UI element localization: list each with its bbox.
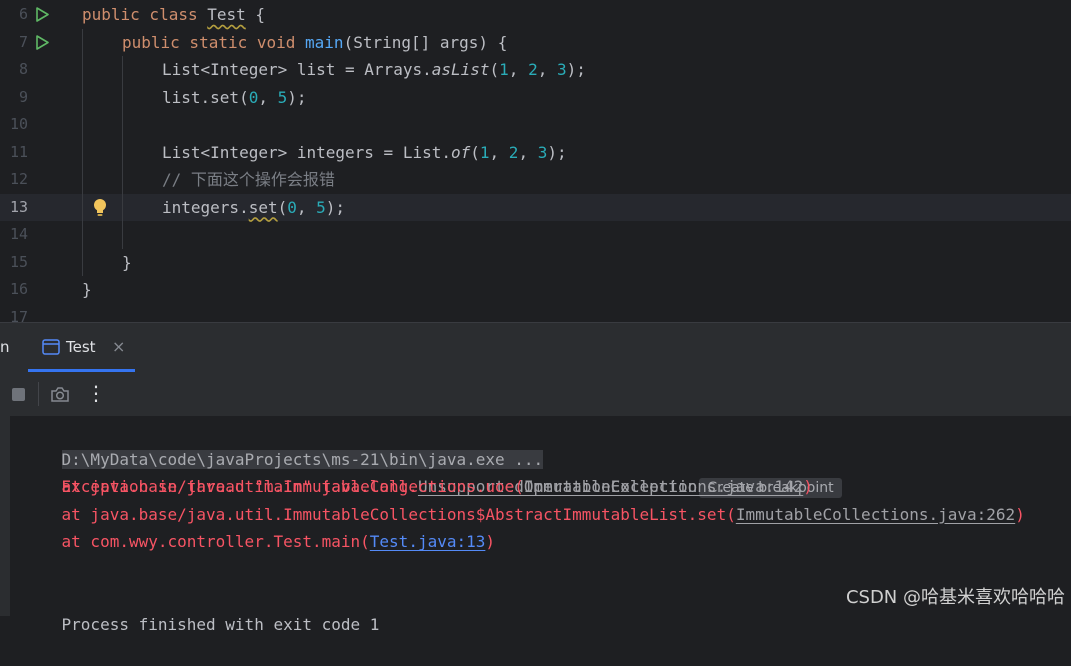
stack-frame-suffix: ) — [1015, 504, 1025, 524]
source-location-link[interactable]: Test.java:13 — [370, 532, 486, 551]
code-line[interactable]: 13 integers.set(0, 5); — [0, 193, 1071, 222]
more-icon[interactable]: ⋮ — [86, 381, 106, 405]
stack-frame-text: at java.base/java.util.ImmutableCollecti… — [23, 477, 524, 496]
code-text: public static void main(String[] args) { — [122, 32, 508, 52]
stack-trace-line: at java.base/java.util.ImmutableCollecti… — [23, 501, 1025, 529]
stack-trace-line: at java.base/java.util.ImmutableCollecti… — [23, 473, 813, 501]
run-toolbar: ⋮ — [0, 372, 1071, 416]
indent-guide — [122, 56, 123, 249]
line-number[interactable]: 15 — [0, 249, 28, 277]
camera-icon[interactable] — [50, 386, 70, 403]
stack-frame-suffix: ) — [803, 477, 813, 496]
console-icon — [42, 339, 60, 355]
stack-trace-line: at com.wwy.controller.Test.main(Test.jav… — [23, 528, 495, 556]
code-text: public class Test { — [82, 5, 266, 24]
source-location-link[interactable]: ImmutableCollections.java:262 — [736, 505, 1015, 524]
run-gutter-icon[interactable] — [35, 34, 50, 50]
watermark: CSDN @哈基米喜欢哈哈哈 — [845, 587, 1065, 608]
code-line[interactable]: 8 List<Integer> list = Arrays.asList(1, 2… — [0, 56, 1071, 84]
tab-test[interactable]: Test × — [28, 323, 135, 372]
code-line[interactable]: 16} — [0, 276, 1071, 304]
stack-frame-text: at java.base/java.util.ImmutableCollecti… — [23, 504, 736, 524]
tab-label: Test — [66, 338, 96, 356]
code-text: List<Integer> list = Arrays.asList(1, 2,… — [162, 60, 586, 79]
code-text: integers.set(0, 5); — [162, 197, 346, 217]
console-side-strip — [0, 416, 10, 616]
code-line[interactable]: 17 — [0, 304, 1071, 323]
indent-guide — [82, 28, 83, 276]
tool-window-title-stub: n — [0, 338, 10, 356]
code-text: } — [82, 280, 92, 299]
line-number[interactable]: 14 — [0, 221, 28, 249]
console-output[interactable]: D:\MyData\code\javaProjects\ms-21\bin\ja… — [0, 416, 1071, 634]
source-location-link[interactable]: ImmutableCollections.java:142 — [524, 477, 803, 496]
lightbulb-icon[interactable] — [91, 197, 109, 219]
line-number[interactable]: 17 — [0, 304, 28, 323]
line-number[interactable]: 8 — [0, 56, 28, 84]
line-number[interactable]: 11 — [0, 139, 28, 167]
code-line[interactable]: 10 — [0, 111, 1071, 139]
code-line[interactable]: 6 public class Test { — [0, 1, 1071, 29]
code-line[interactable]: 14 — [0, 221, 1071, 249]
line-number[interactable]: 16 — [0, 276, 28, 304]
code-line[interactable]: 15} — [0, 249, 1071, 277]
run-gutter-icon[interactable] — [35, 7, 50, 22]
close-icon[interactable]: × — [112, 336, 125, 358]
stack-frame-suffix: ) — [485, 532, 496, 551]
code-line[interactable]: 12 // 下面这个操作会报错 — [0, 166, 1071, 194]
line-number[interactable]: 10 — [0, 111, 28, 139]
code-editor[interactable]: 6 public class Test { 7 public static void … — [0, 0, 1071, 322]
code-line[interactable]: 7 public static void main(String[] args) … — [0, 29, 1071, 57]
stack-frame-text: at com.wwy.controller.Test.main( — [23, 532, 370, 551]
line-number[interactable]: 9 — [0, 84, 28, 112]
line-number[interactable]: 12 — [0, 166, 28, 194]
code-line[interactable]: 9 list.set(0, 5); — [0, 84, 1071, 112]
code-text: list.set(0, 5); — [162, 87, 307, 107]
code-text: // 下面这个操作会报错 — [162, 170, 335, 189]
line-number[interactable]: 6 — [0, 1, 28, 29]
run-tool-window-tabbar: n Test × — [0, 323, 1071, 372]
line-number[interactable]: 7 — [0, 29, 28, 57]
code-line[interactable]: 11 List<Integer> integers = List.of(1, 2,… — [0, 139, 1071, 167]
exit-message: Process finished with exit code 1 — [61, 614, 380, 634]
code-text: } — [122, 252, 132, 272]
line-number[interactable]: 13 — [0, 194, 28, 222]
stop-icon[interactable] — [11, 387, 26, 402]
code-text: List<Integer> integers = List.of(1, 2, 3… — [162, 142, 567, 162]
toolbar-separator — [38, 382, 39, 406]
